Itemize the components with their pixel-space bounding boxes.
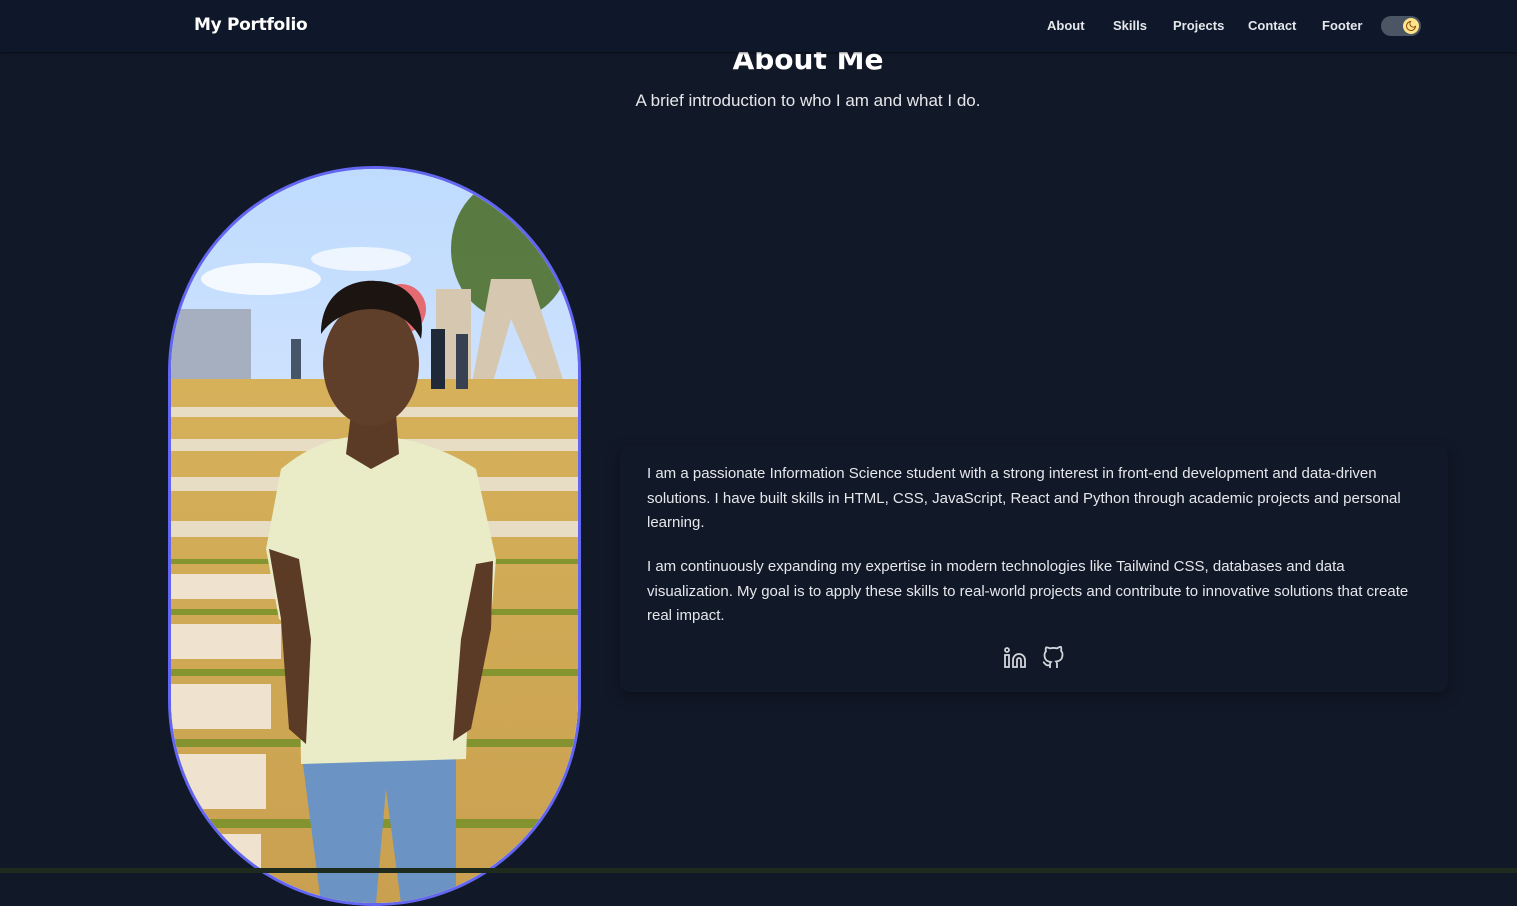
nav-link-about[interactable]: About [1047, 18, 1085, 33]
about-card: I am a passionate Information Science st… [620, 446, 1448, 692]
toggle-knob [1403, 18, 1419, 34]
profile-photo [168, 166, 581, 906]
social-links [620, 645, 1448, 670]
moon-icon [1406, 20, 1417, 31]
about-paragraph-1: I am a passionate Information Science st… [647, 465, 1401, 531]
brand-logo[interactable]: My Portfolio [194, 15, 308, 35]
linkedin-icon[interactable] [1003, 646, 1027, 670]
about-paragraph-2: I am continuously expanding my expertise… [647, 558, 1409, 624]
nav-link-contact[interactable]: Contact [1248, 18, 1296, 33]
theme-toggle[interactable] [1381, 16, 1421, 36]
nav-link-footer[interactable]: Footer [1322, 18, 1362, 33]
nav-link-projects[interactable]: Projects [1173, 18, 1224, 33]
navbar: My Portfolio About Skills Projects Conta… [0, 0, 1517, 52]
page-subtitle: A brief introduction to who I am and wha… [635, 91, 981, 110]
github-icon[interactable] [1041, 645, 1065, 670]
profile-photo-image [171, 169, 578, 903]
bottom-divider [0, 868, 1517, 873]
nav-link-skills[interactable]: Skills [1113, 18, 1147, 33]
